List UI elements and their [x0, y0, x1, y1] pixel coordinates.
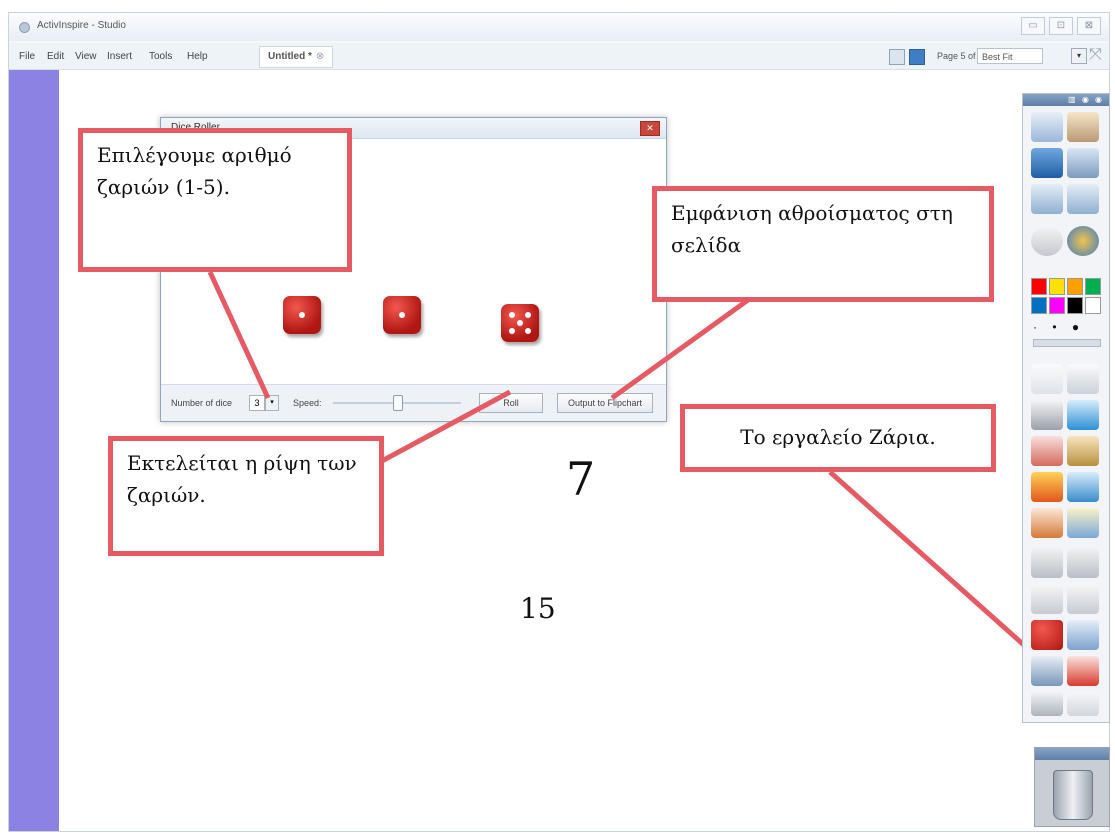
next-page-icon[interactable] [1067, 184, 1099, 214]
die-3 [501, 304, 539, 342]
undo-icon[interactable] [1031, 692, 1063, 716]
number-of-dice-label: Number of dice [171, 398, 233, 408]
window-title: ActivInspire - Studio [37, 20, 126, 31]
menu-bar: File Edit View Insert Tools Help Untitle… [9, 43, 1109, 70]
tab-untitled[interactable]: Untitled * ⊗ [259, 46, 334, 68]
calculator-icon[interactable] [1067, 584, 1099, 614]
swatch-yellow[interactable] [1049, 278, 1065, 295]
zoom-select[interactable]: Best Fit [977, 48, 1043, 64]
previous-page-icon[interactable] [1031, 184, 1063, 214]
swatch-white[interactable] [1085, 297, 1101, 314]
main-menu-icon[interactable] [1031, 112, 1063, 142]
compass-icon[interactable] [1031, 584, 1063, 614]
spotlight-icon[interactable] [1067, 620, 1099, 650]
pen-width-slider[interactable] [1033, 339, 1101, 347]
menu-insert[interactable]: Insert [107, 51, 132, 62]
menu-file[interactable]: File [19, 51, 35, 62]
flipchart-icon[interactable] [1031, 148, 1063, 178]
clear-icon[interactable] [1031, 226, 1063, 256]
redo-icon[interactable] [1067, 692, 1099, 716]
dice-result-large[interactable]: 7 [566, 452, 595, 506]
zoom-icon[interactable] [1067, 148, 1099, 178]
swatch-orange[interactable] [1067, 278, 1083, 295]
highlighter-icon[interactable] [1067, 400, 1099, 430]
resource-icon[interactable] [1031, 508, 1063, 538]
shape-icon[interactable] [1031, 472, 1063, 502]
dialog-footer: Number of dice 3 ▾ Speed: Roll Output to… [161, 384, 666, 421]
main-toolbox: ▥ ◉ ◉ · • ● ● [1022, 93, 1110, 723]
swatch-blue[interactable] [1031, 297, 1047, 314]
fill-icon[interactable] [1067, 436, 1099, 466]
swatch-green[interactable] [1085, 278, 1101, 295]
profile-icon[interactable] [1067, 112, 1099, 142]
menu-tools[interactable]: Tools [149, 51, 172, 62]
callout-roll: Εκτελείται η ρίψη των ζαριών. [108, 436, 384, 556]
select-icon[interactable] [1031, 364, 1063, 394]
dice-icon[interactable] [1031, 620, 1063, 650]
title-bar: ActivInspire - Studio ▭ ⊡ ⊠ [9, 13, 1109, 41]
pen-icon[interactable] [1031, 400, 1063, 430]
trash-bin-icon[interactable] [1053, 770, 1093, 820]
hourglass-icon[interactable] [1031, 656, 1063, 686]
protractor-icon[interactable] [1067, 548, 1099, 578]
app-icon [19, 22, 30, 33]
restore-button[interactable]: ⊡ [1049, 17, 1073, 35]
toolbox-header-icons[interactable]: ▥ ◉ ◉ [1068, 95, 1104, 104]
tab-close-icon[interactable]: ⊗ [316, 51, 324, 62]
refresh-icon[interactable] [1067, 656, 1099, 686]
menu-edit[interactable]: Edit [47, 51, 64, 62]
page-view-icon[interactable] [909, 49, 925, 65]
die-2 [383, 296, 421, 334]
dialog-close-icon[interactable]: ✕ [640, 121, 660, 136]
die-1 [283, 296, 321, 334]
speed-slider-thumb[interactable] [393, 395, 403, 411]
toolbox-header[interactable]: ▥ ◉ ◉ [1023, 94, 1109, 106]
roll-button[interactable]: Roll [479, 393, 543, 413]
tools-icon[interactable] [1067, 364, 1099, 394]
image-icon[interactable] [1067, 508, 1099, 538]
tab-label: Untitled * [268, 51, 312, 62]
ruler-icon[interactable] [1031, 548, 1063, 578]
page-margin-strip [9, 70, 59, 831]
eraser-icon[interactable] [1031, 436, 1063, 466]
number-of-dice-value[interactable]: 3 [249, 395, 265, 411]
minimize-button[interactable]: ▭ [1021, 17, 1045, 35]
dice-result-total[interactable]: 15 [520, 592, 556, 625]
number-of-dice-dropdown-icon[interactable]: ▾ [265, 395, 279, 411]
zoom-dropdown-icon[interactable]: ▾ [1071, 48, 1087, 64]
swatch-black[interactable] [1067, 297, 1083, 314]
callout-choose-dice: Επιλέγουμε αριθμό ζαριών (1-5). [78, 128, 352, 272]
menu-help[interactable]: Help [187, 51, 208, 62]
connector-icon[interactable] [1067, 472, 1099, 502]
web-browser-icon[interactable] [1067, 226, 1099, 256]
pen-width-options[interactable]: · • ● ● [1033, 320, 1101, 348]
trash-panel [1034, 747, 1110, 827]
color-palette [1031, 278, 1101, 314]
swatch-red[interactable] [1031, 278, 1047, 295]
menu-view[interactable]: View [75, 51, 97, 62]
trash-panel-header[interactable] [1035, 748, 1109, 760]
callout-show-sum: Εμφάνιση αθροίσματος στη σελίδα [652, 186, 994, 302]
close-button[interactable]: ⊠ [1077, 17, 1101, 35]
output-to-flipchart-button[interactable]: Output to Flipchart [557, 393, 653, 413]
page-sorter-icon[interactable] [889, 49, 905, 65]
callout-dice-tool: Το εργαλείο Ζάρια. [680, 404, 996, 472]
swatch-magenta[interactable] [1049, 297, 1065, 314]
fullscreen-icon[interactable]: ⤧ [1089, 46, 1102, 64]
speed-label: Speed: [293, 398, 322, 408]
